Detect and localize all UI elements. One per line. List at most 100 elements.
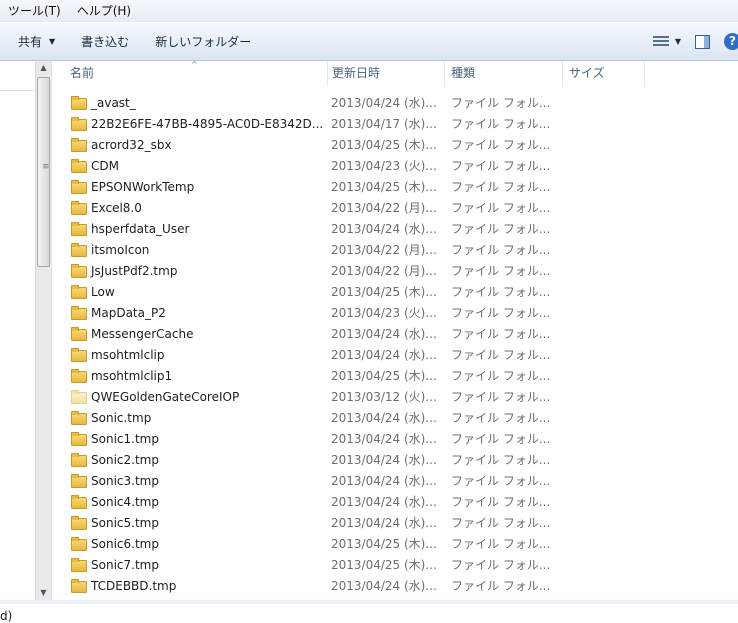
folder-icon <box>71 159 87 173</box>
file-date: 2013/04/24 (水)... <box>331 348 437 362</box>
file-row[interactable]: msohtmlclip 2013/04/24 (水)... ファイル フォル... <box>52 345 738 366</box>
share-button[interactable]: 共有 ▼ <box>11 29 62 55</box>
folder-icon <box>71 327 87 341</box>
file-row[interactable]: acrord32_sbx 2013/04/25 (木)... ファイル フォル... <box>52 135 738 156</box>
menu-bar: ツール(T) ヘルプ(H) <box>0 0 738 22</box>
file-type: ファイル フォル... <box>451 243 551 257</box>
file-type: ファイル フォル... <box>451 579 551 593</box>
file-type: ファイル フォル... <box>451 180 551 194</box>
file-date: 2013/04/23 (火)... <box>331 306 437 320</box>
file-name: QWEGoldenGateCoreIOP <box>91 390 240 404</box>
folder-icon <box>71 390 87 404</box>
file-row[interactable]: Sonic6.tmp 2013/04/25 (木)... ファイル フォル... <box>52 534 738 555</box>
file-date: 2013/04/22 (月)... <box>331 201 437 215</box>
menu-tools[interactable]: ツール(T) <box>0 0 69 22</box>
folder-icon <box>71 369 87 383</box>
file-type: ファイル フォル... <box>451 495 551 509</box>
file-type: ファイル フォル... <box>451 117 551 131</box>
folder-icon <box>71 117 87 131</box>
file-row[interactable]: _avast_ 2013/04/24 (水)... ファイル フォル... <box>52 93 738 114</box>
file-row[interactable]: Sonic1.tmp 2013/04/24 (水)... ファイル フォル... <box>52 429 738 450</box>
scroll-up-icon[interactable]: ▲ <box>36 61 51 75</box>
file-row[interactable]: TCDEBBD.tmp 2013/04/24 (水)... ファイル フォル... <box>52 576 738 597</box>
file-type: ファイル フォル... <box>451 285 551 299</box>
folder-icon <box>71 453 87 467</box>
folder-icon <box>71 222 87 236</box>
file-date: 2013/04/24 (水)... <box>331 474 437 488</box>
file-name: Sonic3.tmp <box>91 474 159 488</box>
file-row[interactable]: MapData_P2 2013/04/23 (火)... ファイル フォル... <box>52 303 738 324</box>
window-bottom-edge <box>0 600 738 604</box>
file-name: Sonic.tmp <box>91 411 152 425</box>
file-row[interactable]: QWEGoldenGateCoreIOP 2013/03/12 (火)... ファイ… <box>52 387 738 408</box>
file-row[interactable]: JsJustPdf2.tmp 2013/04/22 (月)... ファイル フォル.… <box>52 261 738 282</box>
file-type: ファイル フォル... <box>451 159 551 173</box>
folder-icon <box>71 495 87 509</box>
scroll-down-icon[interactable]: ▼ <box>36 586 51 600</box>
view-options-icon[interactable] <box>652 35 669 49</box>
file-name: acrord32_sbx <box>91 138 172 152</box>
file-row[interactable]: 22B2E6FE-47BB-4895-AC0D-E8342D... 2013/04… <box>52 114 738 135</box>
help-icon[interactable]: ? <box>724 33 738 50</box>
file-name: Low <box>91 285 115 299</box>
file-type: ファイル フォル... <box>451 96 551 110</box>
file-name: msohtmlclip <box>91 348 165 362</box>
file-row[interactable]: hsperfdata_User 2013/04/24 (水)... ファイル フォル… <box>52 219 738 240</box>
file-date: 2013/04/24 (水)... <box>331 411 437 425</box>
file-row[interactable]: Low 2013/04/25 (木)... ファイル フォル... <box>52 282 738 303</box>
file-date: 2013/04/24 (水)... <box>331 432 437 446</box>
file-type: ファイル フォル... <box>451 516 551 530</box>
file-row[interactable]: Excel8.0 2013/04/22 (月)... ファイル フォル... <box>52 198 738 219</box>
burn-button[interactable]: 書き込む <box>74 29 136 55</box>
file-row[interactable]: EPSONWorkTemp 2013/04/25 (木)... ファイル フォル..… <box>52 177 738 198</box>
file-name: Sonic7.tmp <box>91 558 159 572</box>
file-row[interactable]: msohtmlclip1 2013/04/25 (木)... ファイル フォル... <box>52 366 738 387</box>
chevron-down-icon: ▼ <box>49 36 56 46</box>
file-type: ファイル フォル... <box>451 348 551 362</box>
file-row[interactable]: Sonic5.tmp 2013/04/24 (水)... ファイル フォル... <box>52 513 738 534</box>
column-header-date[interactable]: 更新日時 <box>326 61 445 86</box>
column-header-size[interactable]: サイズ <box>563 61 645 86</box>
file-type: ファイル フォル... <box>451 201 551 215</box>
file-row[interactable]: Sonic4.tmp 2013/04/24 (水)... ファイル フォル... <box>52 492 738 513</box>
file-date: 2013/04/24 (水)... <box>331 495 437 509</box>
file-name: Sonic2.tmp <box>91 453 159 467</box>
menu-help[interactable]: ヘルプ(H) <box>69 0 139 22</box>
file-date: 2013/04/24 (水)... <box>331 222 437 236</box>
file-name: Sonic1.tmp <box>91 432 159 446</box>
file-row[interactable]: Sonic7.tmp 2013/04/25 (木)... ファイル フォル... <box>52 555 738 576</box>
file-name: Sonic6.tmp <box>91 537 159 551</box>
folder-icon <box>71 201 87 215</box>
scrollbar-thumb[interactable]: ≡ <box>37 77 50 267</box>
grip-icon: ≡ <box>42 162 50 172</box>
file-date: 2013/04/25 (木)... <box>331 180 437 194</box>
navigation-item-partial[interactable]: d) <box>0 609 12 623</box>
file-row[interactable]: Sonic3.tmp 2013/04/24 (水)... ファイル フォル... <box>52 471 738 492</box>
preview-pane-icon[interactable] <box>695 34 710 49</box>
navigation-scrollbar[interactable]: ▲ ≡ ▼ <box>35 61 51 600</box>
file-row[interactable]: Sonic2.tmp 2013/04/24 (水)... ファイル フォル... <box>52 450 738 471</box>
column-header-type[interactable]: 種類 <box>445 61 563 86</box>
folder-icon <box>71 285 87 299</box>
file-row[interactable]: Sonic.tmp 2013/04/24 (水)... ファイル フォル... <box>52 408 738 429</box>
folder-icon <box>71 558 87 572</box>
file-type: ファイル フォル... <box>451 306 551 320</box>
file-row[interactable]: itsmoIcon 2013/04/22 (月)... ファイル フォル... <box>52 240 738 261</box>
file-row[interactable]: CDM 2013/04/23 (火)... ファイル フォル... <box>52 156 738 177</box>
folder-icon <box>71 96 87 110</box>
file-name: CDM <box>91 159 119 173</box>
new-folder-button[interactable]: 新しいフォルダー <box>148 29 258 55</box>
file-type: ファイル フォル... <box>451 369 551 383</box>
file-name: hsperfdata_User <box>91 222 190 236</box>
file-name: 22B2E6FE-47BB-4895-AC0D-E8342D... <box>91 117 324 131</box>
file-name: TCDEBBD.tmp <box>91 579 177 593</box>
file-type: ファイル フォル... <box>451 138 551 152</box>
column-header-name[interactable]: 名前 <box>64 61 328 86</box>
file-row[interactable]: MessengerCache 2013/04/24 (水)... ファイル フォル.… <box>52 324 738 345</box>
chevron-down-icon[interactable]: ▼ <box>675 37 681 46</box>
folder-icon <box>71 243 87 257</box>
folder-icon <box>71 306 87 320</box>
file-date: 2013/04/25 (木)... <box>331 285 437 299</box>
folder-icon <box>71 348 87 362</box>
folder-icon <box>71 474 87 488</box>
